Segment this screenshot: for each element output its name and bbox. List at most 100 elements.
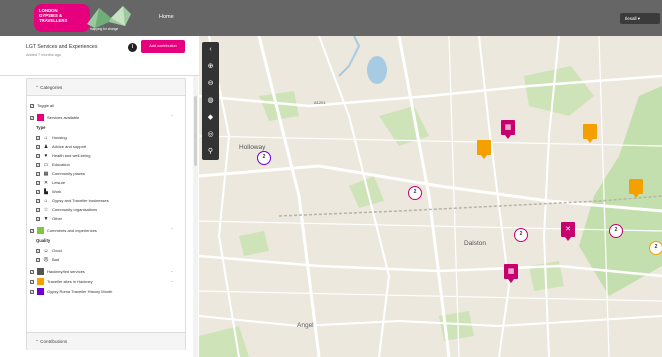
chevron-down-icon[interactable]: ⌄	[170, 278, 173, 283]
map-pin-leisure[interactable]: ✕	[561, 222, 575, 241]
star-icon: ☆	[43, 207, 49, 213]
type-label: Leisure	[52, 180, 66, 186]
categories-header[interactable]: ⌃ Categories	[27, 79, 185, 96]
house-icon: ⌂	[44, 135, 48, 141]
map-cluster-marker[interactable]: 2	[257, 151, 271, 165]
type-row-housing[interactable]: ✓ ⌂ Housing	[36, 134, 67, 142]
quality-row-bad[interactable]: ✓ ☹ Bad	[36, 256, 59, 264]
map-logo-icon	[87, 6, 131, 28]
type-row-advice[interactable]: ✓ ♟ Advice and support	[36, 143, 86, 151]
contributions-panel: ⌃ Contributions	[26, 332, 186, 350]
checkbox[interactable]: ✓	[36, 208, 40, 212]
services-row[interactable]: ✓ Services available	[30, 114, 79, 122]
layer-row-history-month[interactable]: ✓ Gypsy Roma Traveller History Month	[30, 288, 112, 296]
heart-icon: ♥	[44, 153, 48, 159]
info-icon[interactable]: i	[128, 43, 137, 52]
type-row-health[interactable]: ✓ ♥ Health and well-being	[36, 152, 90, 160]
checkbox[interactable]: ✓	[30, 279, 34, 284]
search-icon[interactable]: ⚲	[202, 145, 219, 159]
toggle-all-row[interactable]: ✓ Toggle all	[30, 102, 54, 110]
collapse-icon[interactable]: ‹	[202, 43, 219, 57]
layer-row-traveller-sites[interactable]: ✓ Traveller sites in Hackney	[30, 278, 93, 286]
checkbox[interactable]: ✓	[30, 269, 34, 274]
contributions-title: Contributions	[40, 339, 68, 344]
checkbox[interactable]: ✓	[30, 228, 34, 233]
map-cluster-marker[interactable]: 2	[514, 228, 528, 242]
building-icon: ▦	[507, 268, 515, 275]
sidebar-header: LGT Services and Experiences Added 7 mon…	[0, 36, 199, 76]
user-menu-button[interactable]: Ilesall ▾	[620, 13, 660, 24]
checkbox[interactable]: ✓	[36, 190, 40, 194]
chevron-up-icon[interactable]: ⌃	[170, 227, 173, 232]
layer-swatch	[37, 268, 44, 276]
checkbox[interactable]: ✓	[36, 163, 40, 167]
comments-swatch	[37, 227, 44, 235]
map-cluster-marker[interactable]: 2	[408, 186, 422, 200]
type-label: Community places	[52, 171, 85, 177]
map-pin-community-place[interactable]: ▦	[501, 120, 515, 139]
locate-icon[interactable]: ◎	[202, 128, 219, 142]
map-pin-traveller-site[interactable]	[477, 140, 491, 159]
checkbox[interactable]: ✓	[36, 181, 40, 185]
layer-label: Hackney/led services	[47, 269, 85, 274]
top-bar: LONDON GYPSIES & TRAVELLERS mapping for …	[0, 0, 662, 36]
checkbox[interactable]: ✓	[30, 289, 34, 294]
checkbox[interactable]: ✓	[36, 136, 40, 140]
logo-line-3: TRAVELLERS	[39, 18, 68, 23]
checkbox[interactable]: ✓	[36, 217, 40, 221]
map-pin-community-place[interactable]: ▦	[504, 264, 518, 283]
comments-row[interactable]: ✓ Comments and experiences	[30, 227, 97, 235]
checkbox[interactable]: ✓	[36, 172, 40, 176]
checkbox[interactable]: ✓	[30, 115, 34, 120]
speech-icon: ▼	[43, 216, 49, 222]
type-heading: Type	[36, 125, 46, 130]
map-cluster-marker[interactable]: 2	[649, 241, 662, 255]
checkbox[interactable]: ✓	[36, 145, 40, 149]
layer-swatch	[37, 288, 44, 296]
type-row-community-places[interactable]: ✓ ▦ Community places	[36, 170, 85, 178]
layers-icon[interactable]: ◆	[202, 111, 219, 125]
logo[interactable]: LONDON GYPSIES & TRAVELLERS	[34, 4, 90, 32]
categories-title: Categories	[40, 85, 63, 90]
map-pin-traveller-site[interactable]	[629, 179, 643, 198]
project-title: LGT Services and Experiences	[26, 44, 98, 50]
add-contribution-button[interactable]: Add contribution	[141, 40, 185, 53]
globe-icon[interactable]: ◍	[202, 94, 219, 108]
type-row-businesses[interactable]: ✓ ⌂ Gypsy and Traveller businesses	[36, 197, 109, 205]
quality-row-good[interactable]: ✓ ☺ Good	[36, 247, 62, 255]
map[interactable]: Holloway Dalston Angel A1201 2 2 2 2 2 ▦…	[199, 36, 662, 357]
type-row-other[interactable]: ✓ ▼ Other	[36, 215, 62, 223]
type-row-organisations[interactable]: ✓ ☆ Community organisations	[36, 206, 97, 214]
contributions-header[interactable]: ⌃ Contributions	[27, 333, 185, 350]
crossed-tools-icon: ✕	[43, 180, 49, 186]
layer-label: Gypsy Roma Traveller History Month	[47, 289, 113, 294]
nav-home-link[interactable]: Home	[159, 14, 174, 20]
checkbox[interactable]: ✓	[36, 199, 40, 203]
checkbox[interactable]: ✓	[30, 103, 34, 108]
type-row-leisure[interactable]: ✓ ✕ Leisure	[36, 179, 65, 187]
layer-row-hackney-services[interactable]: ✓ Hackney/led services	[30, 268, 85, 276]
services-label: Services available	[47, 115, 80, 120]
type-label: Gypsy and Traveller businesses	[52, 198, 109, 204]
zoom-in-icon[interactable]: ⊕	[202, 60, 219, 74]
sidebar-scrollbar-thumb[interactable]	[194, 96, 197, 166]
quality-label: Good	[52, 248, 62, 254]
quality-heading: Quality	[36, 238, 51, 243]
type-row-work[interactable]: ✓ ▙ Work	[36, 188, 61, 196]
checkbox[interactable]: ✓	[36, 154, 40, 158]
checkbox[interactable]: ✓	[36, 249, 40, 253]
chevron-down-icon[interactable]: ⌄	[170, 268, 173, 273]
type-row-education[interactable]: ✓ ▭ Education	[36, 161, 70, 169]
layer-label: Traveller sites in Hackney	[47, 279, 93, 284]
person-icon: ♟	[43, 144, 49, 150]
map-pin-traveller-site[interactable]	[583, 124, 597, 143]
crossed-tools-icon: ✕	[565, 226, 571, 233]
services-swatch	[37, 114, 44, 122]
chevron-up-icon[interactable]: ⌃	[170, 114, 173, 119]
type-label: Education	[52, 162, 70, 168]
map-cluster-marker[interactable]: 2	[609, 224, 623, 238]
type-label: Advice and support	[52, 144, 87, 150]
zoom-out-icon[interactable]: ⊖	[202, 77, 219, 91]
type-label: Community organisations	[52, 207, 98, 213]
checkbox[interactable]: ✓	[36, 258, 40, 262]
